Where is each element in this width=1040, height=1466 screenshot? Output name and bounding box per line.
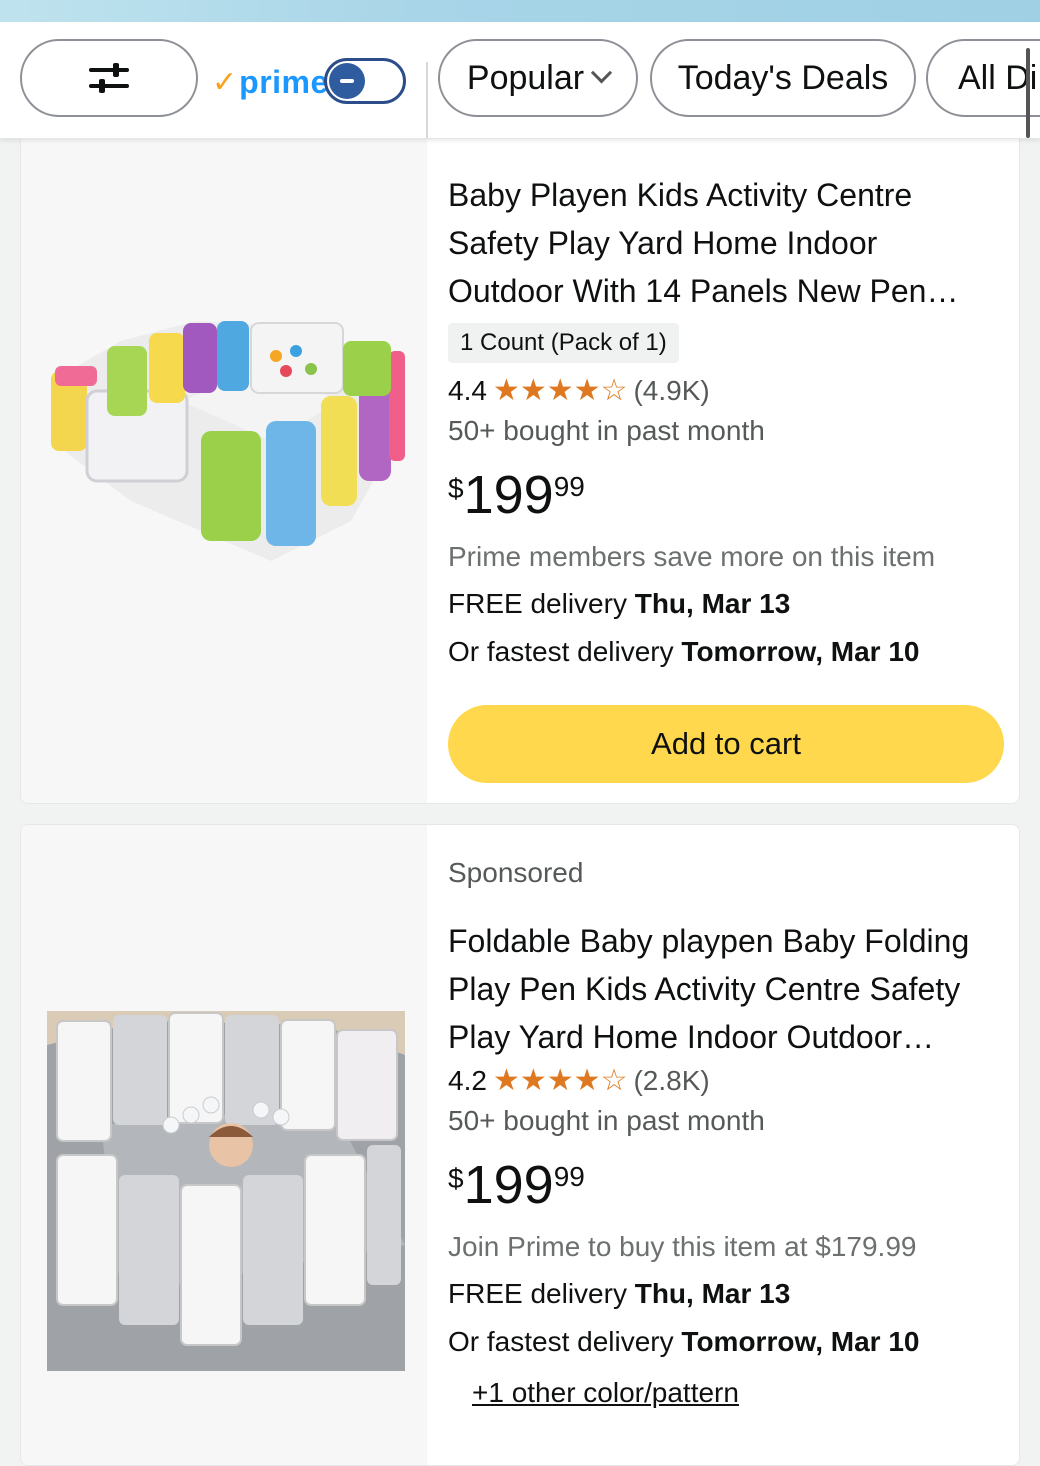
price-whole: 199 bbox=[463, 465, 554, 525]
sliders-icon bbox=[89, 63, 129, 93]
prime-label: prime bbox=[239, 63, 329, 100]
title-line: Foldable Baby playpen Baby Folding bbox=[448, 923, 970, 959]
review-count: (4.9K) bbox=[633, 375, 710, 406]
rating-value: 4.4 bbox=[448, 375, 487, 406]
todays-deals-label: Today's Deals bbox=[677, 58, 889, 97]
scrollbar[interactable] bbox=[1026, 48, 1030, 138]
add-to-cart-button[interactable]: Add to cart bbox=[448, 705, 1004, 783]
delivery-info: FREE delivery Thu, Mar 13 bbox=[448, 1269, 1003, 1317]
sponsored-label[interactable]: Sponsored bbox=[448, 853, 1003, 893]
divider bbox=[426, 62, 428, 138]
star-icon: ★ bbox=[519, 374, 547, 407]
toggle-knob bbox=[329, 63, 365, 99]
delivery-info: FREE delivery Thu, Mar 13 bbox=[448, 579, 1003, 627]
title-line: Outdoor With 14 Panels New Pen… bbox=[448, 273, 959, 309]
price-whole: 199 bbox=[463, 1155, 554, 1215]
product-card[interactable]: Sponsored Foldable Baby playpen Baby Fol… bbox=[20, 824, 1020, 1466]
product-card[interactable]: Baby Playen Kids Activity Centre Safety … bbox=[20, 100, 1020, 804]
playpen-image bbox=[51, 321, 405, 561]
prime-toggle[interactable] bbox=[324, 58, 406, 104]
price: $ 199 99 bbox=[448, 1157, 1003, 1221]
title-line: Baby Playen Kids Activity Centre bbox=[448, 177, 913, 213]
fastest-prefix: Or fastest delivery bbox=[448, 1326, 674, 1357]
bought-count: 50+ bought in past month bbox=[448, 415, 765, 446]
star-icon: ★ bbox=[492, 1064, 520, 1097]
star-icon: ★ bbox=[492, 374, 520, 407]
todays-deals-button[interactable]: Today's Deals bbox=[650, 39, 916, 117]
star-icon: ★ bbox=[519, 1064, 547, 1097]
sort-label: Popular bbox=[466, 58, 585, 97]
sort-popular-button[interactable]: Popular bbox=[438, 39, 638, 117]
review-count: (2.8K) bbox=[633, 1065, 710, 1096]
playpen-image bbox=[47, 1011, 405, 1371]
fastest-delivery-info: Or fastest delivery Tomorrow, Mar 10 bbox=[448, 1317, 1003, 1365]
price-fraction: 99 bbox=[553, 1161, 585, 1192]
delivery-date: Thu, Mar 13 bbox=[634, 1278, 791, 1309]
fastest-delivery-info: Or fastest delivery Tomorrow, Mar 10 bbox=[448, 627, 1003, 675]
price-symbol: $ bbox=[448, 473, 464, 504]
price-fraction: 99 bbox=[553, 471, 585, 502]
title-line: Play Pen Kids Activity Centre Safety bbox=[448, 971, 961, 1007]
fastest-prefix: Or fastest delivery bbox=[448, 636, 674, 667]
star-icon: ★ bbox=[573, 1064, 601, 1097]
product-info: Sponsored Foldable Baby playpen Baby Fol… bbox=[448, 825, 1003, 1417]
filter-bar: ✓ prime Popular Today's Deals All Di bbox=[0, 22, 1040, 139]
prime-check-icon: ✓ bbox=[212, 65, 238, 99]
prime-note: Join Prime to buy this item at $179.99 bbox=[448, 1231, 917, 1262]
star-empty-icon: ☆ bbox=[600, 1064, 628, 1097]
rating-row[interactable]: 4.4 ★ ★ ★ ★ ☆ (4.9K) bbox=[448, 371, 1003, 411]
star-half-icon: ☆ bbox=[600, 374, 628, 407]
prime-note: Prime members save more on this item bbox=[448, 541, 936, 572]
chevron-down-icon bbox=[590, 61, 613, 83]
price-symbol: $ bbox=[448, 1163, 464, 1194]
delivery-prefix: FREE delivery bbox=[448, 1278, 627, 1309]
product-image[interactable] bbox=[21, 101, 427, 803]
all-departments-button[interactable]: All Di bbox=[926, 39, 1040, 117]
star-icon: ★ bbox=[546, 1064, 574, 1097]
price: $ 199 99 bbox=[448, 467, 1003, 531]
fastest-date: Tomorrow, Mar 10 bbox=[681, 1326, 920, 1357]
star-rating: ★ ★ ★ ★ ☆ bbox=[493, 376, 628, 406]
delivery-prefix: FREE delivery bbox=[448, 588, 627, 619]
fastest-date: Tomorrow, Mar 10 bbox=[681, 636, 920, 667]
title-line: Play Yard Home Indoor Outdoor… bbox=[448, 1019, 935, 1055]
product-title[interactable]: Foldable Baby playpen Baby Folding Play … bbox=[448, 917, 1003, 1061]
product-title[interactable]: Baby Playen Kids Activity Centre Safety … bbox=[448, 171, 1003, 315]
star-icon: ★ bbox=[573, 374, 601, 407]
size-badge: 1 Count (Pack of 1) bbox=[448, 323, 679, 363]
star-icon: ★ bbox=[546, 374, 574, 407]
product-image[interactable] bbox=[21, 825, 427, 1465]
prime-filter[interactable]: ✓ prime bbox=[212, 60, 329, 104]
variant-link[interactable]: +1 other color/pattern bbox=[472, 1377, 739, 1408]
bought-count: 50+ bought in past month bbox=[448, 1105, 765, 1136]
filter-button[interactable] bbox=[20, 39, 198, 117]
rating-value: 4.2 bbox=[448, 1065, 487, 1096]
rating-row[interactable]: 4.2 ★ ★ ★ ★ ☆ (2.8K) bbox=[448, 1061, 1003, 1101]
status-strip bbox=[0, 0, 1040, 22]
delivery-date: Thu, Mar 13 bbox=[634, 588, 791, 619]
star-rating: ★ ★ ★ ★ ☆ bbox=[493, 1066, 628, 1096]
title-line: Safety Play Yard Home Indoor bbox=[448, 225, 878, 261]
product-info: Baby Playen Kids Activity Centre Safety … bbox=[448, 101, 1003, 675]
